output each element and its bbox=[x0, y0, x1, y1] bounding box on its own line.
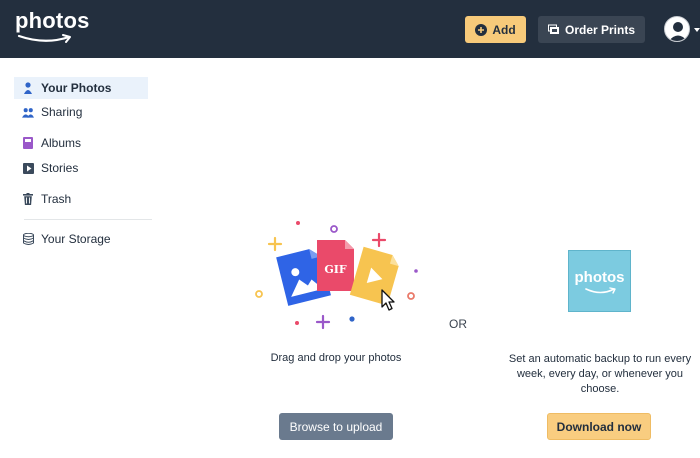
smile-arrow-icon bbox=[585, 287, 616, 294]
upload-illustration[interactable]: GIF bbox=[250, 218, 420, 333]
backup-description: Set an automatic backup to run every wee… bbox=[508, 353, 692, 395]
gif-label: GIF bbox=[324, 263, 347, 276]
photos-app-tile: photos bbox=[568, 250, 631, 312]
sidebar-item-stories[interactable]: Stories bbox=[14, 157, 148, 179]
or-separator: OR bbox=[449, 317, 467, 331]
sidebar-item-trash[interactable]: Trash bbox=[14, 188, 148, 210]
top-bar: photos Add Order Prints bbox=[0, 0, 700, 58]
sidebar-divider bbox=[24, 219, 152, 220]
app-tile-text: photos bbox=[574, 269, 625, 286]
people-icon bbox=[22, 106, 34, 118]
order-prints-label: Order Prints bbox=[564, 22, 636, 37]
download-now-button[interactable]: Download now bbox=[547, 413, 651, 440]
add-button-label: Add bbox=[492, 22, 516, 37]
play-icon bbox=[22, 162, 34, 174]
user-avatar-icon bbox=[668, 22, 688, 41]
sidebar-item-your-photos[interactable]: Your Photos bbox=[14, 77, 148, 99]
sidebar-item-label: Trash bbox=[41, 192, 72, 206]
sidebar-item-your-storage[interactable]: Your Storage bbox=[14, 228, 148, 250]
album-icon bbox=[22, 137, 34, 149]
smile-arrow-icon bbox=[17, 34, 71, 43]
sidebar-item-sharing[interactable]: Sharing bbox=[14, 101, 148, 123]
trash-icon bbox=[22, 193, 34, 205]
add-button[interactable]: Add bbox=[465, 16, 526, 43]
prints-icon bbox=[547, 24, 559, 34]
avatar[interactable] bbox=[664, 16, 690, 42]
sidebar-item-label: Stories bbox=[41, 161, 79, 175]
order-prints-button[interactable]: Order Prints bbox=[538, 16, 645, 43]
logo-text: photos bbox=[15, 8, 90, 33]
chevron-down-icon[interactable] bbox=[694, 28, 700, 32]
person-icon bbox=[22, 82, 34, 94]
sidebar-item-albums[interactable]: Albums bbox=[14, 132, 148, 154]
plus-circle-icon bbox=[475, 23, 488, 36]
browse-to-upload-button[interactable]: Browse to upload bbox=[279, 413, 393, 440]
sidebar-item-label: Sharing bbox=[41, 105, 83, 119]
storage-icon bbox=[22, 233, 34, 245]
sidebar-item-label: Albums bbox=[41, 136, 82, 150]
upload-illustration-graphic: GIF bbox=[255, 221, 418, 330]
photos-logo[interactable]: photos bbox=[15, 8, 89, 48]
sidebar-item-label: Your Storage bbox=[41, 232, 111, 246]
sidebar-item-label: Your Photos bbox=[41, 81, 112, 95]
drag-drop-text: Drag and drop your photos bbox=[270, 352, 402, 364]
